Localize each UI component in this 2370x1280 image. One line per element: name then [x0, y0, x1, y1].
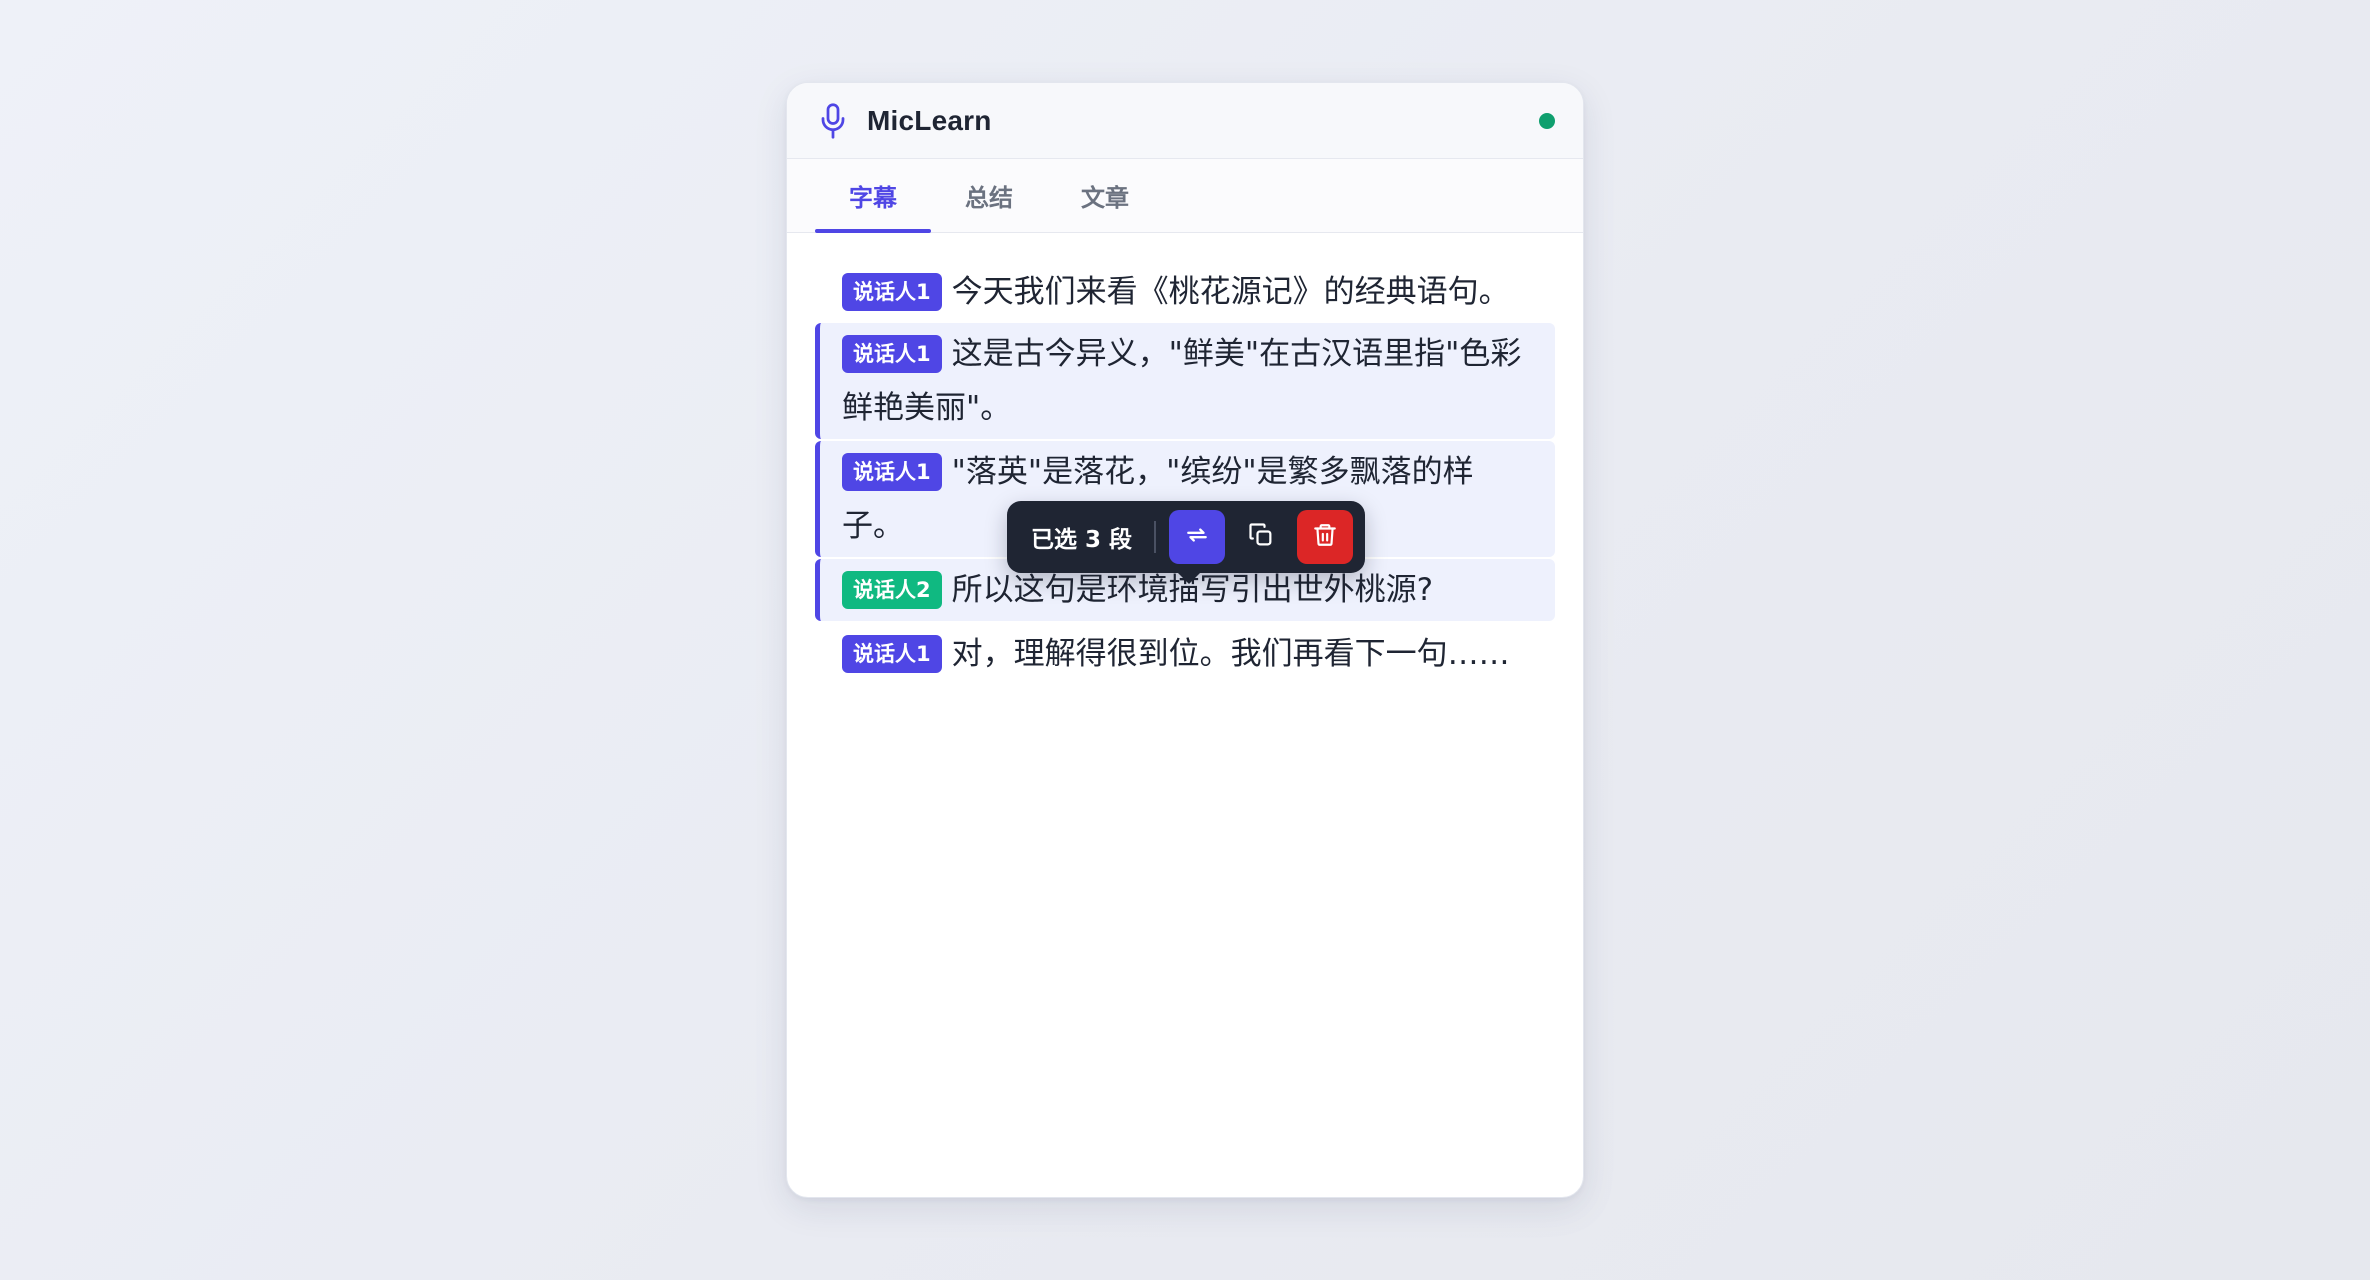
transcript-segment-selected[interactable]: 说话人1 这是古今异义，"鲜美"在古汉语里指"色彩鲜艳美丽"。	[815, 323, 1555, 439]
selection-count: 已选 3 段	[1031, 527, 1133, 553]
transcript-segment[interactable]: 说话人1 今天我们来看《桃花源记》的经典语句。	[815, 261, 1555, 323]
speaker-badge: 说话人1	[842, 453, 942, 491]
merge-icon	[1184, 522, 1210, 552]
delete-button[interactable]	[1297, 510, 1353, 564]
tab-bar: 字幕 总结 文章	[787, 159, 1583, 233]
speaker-badge: 说话人1	[842, 335, 942, 373]
copy-button[interactable]	[1233, 510, 1289, 564]
segment-text: 今天我们来看《桃花源记》的经典语句。	[951, 274, 1510, 310]
segment-text: 这是古今异义，"鲜美"在古汉语里指"色彩鲜艳美丽"。	[842, 336, 1522, 426]
trash-icon	[1312, 521, 1338, 553]
panel-header: MicLearn	[787, 83, 1583, 159]
merge-button[interactable]	[1169, 510, 1226, 564]
toolbar-divider	[1154, 521, 1157, 553]
miclearn-panel: MicLearn 字幕 总结 文章 说话人1 今天我们来看《桃花源记》的经典语句。…	[786, 82, 1584, 1198]
app-title: MicLearn	[867, 104, 992, 136]
segment-text: 对，理解得很到位。我们再看下一句……	[951, 636, 1510, 672]
speaker-badge: 说话人1	[842, 635, 942, 673]
speaker-badge: 说话人1	[842, 273, 942, 311]
selection-toolbar: 已选 3 段	[1007, 501, 1365, 584]
speaker-badge: 说话人2	[842, 571, 942, 609]
transcript-segment[interactable]: 说话人1 对，理解得很到位。我们再看下一句……	[815, 623, 1555, 685]
tab-subtitles[interactable]: 字幕	[815, 159, 931, 233]
transcript-list: 说话人1 今天我们来看《桃花源记》的经典语句。 说话人1 这是古今异义，"鲜美"在古…	[787, 233, 1583, 685]
copy-icon	[1247, 521, 1275, 553]
tab-summary[interactable]: 总结	[931, 159, 1047, 232]
connection-status-dot	[1539, 113, 1555, 129]
tab-article[interactable]: 文章	[1047, 159, 1163, 232]
microphone-icon	[817, 102, 849, 140]
